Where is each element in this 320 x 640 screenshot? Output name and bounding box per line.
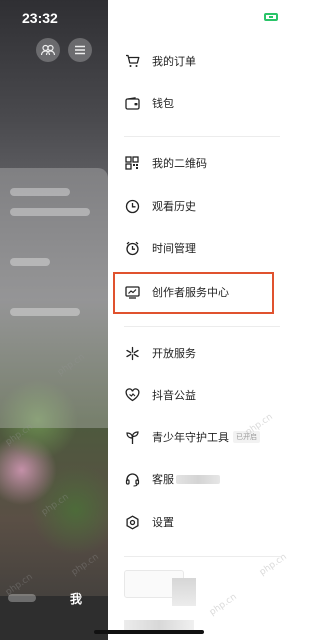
wallet-icon <box>124 95 140 111</box>
menu-item-label: 钱包 <box>152 97 174 110</box>
clock-icon <box>124 198 140 214</box>
headset-icon <box>124 471 140 487</box>
menu-item-label: 设置 <box>152 516 174 529</box>
heart-icon <box>124 387 140 403</box>
asterisk-icon <box>124 345 140 361</box>
menu-item-label: 抖音公益 <box>152 389 196 402</box>
menu-item-qrcode[interactable]: 我的二维码 <box>108 146 296 180</box>
battery-icon <box>264 13 278 21</box>
menu-item-label: 开放服务 <box>152 347 196 360</box>
menu-item-history[interactable]: 观看历史 <box>108 189 296 223</box>
menu-item-label: 观看历史 <box>152 200 196 213</box>
menu-item-charity[interactable]: 抖音公益 <box>108 378 296 412</box>
menu-item-label: 时间管理 <box>152 242 196 255</box>
menu-item-open-services[interactable]: 开放服务 <box>108 336 296 370</box>
divider <box>124 136 280 137</box>
bottom-tab-bar <box>0 596 108 640</box>
menu-hamburger-icon[interactable] <box>68 38 92 62</box>
creator-center-highlight-box <box>113 272 274 314</box>
menu-item-label: 青少年守护工具 <box>152 431 229 444</box>
masked-text <box>176 474 220 484</box>
tab-me[interactable]: 我 <box>70 590 82 607</box>
sprout-icon <box>124 429 140 445</box>
menu-item-orders[interactable]: 我的订单 <box>108 44 296 78</box>
qrcode-icon <box>124 155 140 171</box>
hexagon-gear-icon <box>124 514 140 530</box>
menu-item-label: 我的订单 <box>152 55 196 68</box>
blurred-text <box>124 620 194 630</box>
menu-item-wallet[interactable]: 钱包 <box>108 86 296 120</box>
menu-item-settings[interactable]: 设置 <box>108 505 296 539</box>
cart-icon <box>124 53 140 69</box>
menu-item-label: 客服 <box>152 473 174 486</box>
home-indicator[interactable] <box>94 630 204 634</box>
menu-item-customer-service[interactable]: 客服 <box>108 462 296 496</box>
menu-item-time-management[interactable]: 时间管理 <box>108 231 296 265</box>
blurred-image <box>172 578 196 606</box>
side-drawer: 我的订单 钱包 我的二维码 观看历史 时间管理 创作者服务中心 开放服务 抖音公… <box>108 0 296 640</box>
blurred-profile-card <box>0 168 108 428</box>
watermark: php.cn <box>39 492 71 518</box>
background-profile-panel: 23:32 我 php.cn php.cn php.cn php.cn php.… <box>0 0 108 640</box>
watermark: php.cn <box>69 552 101 578</box>
divider <box>124 326 280 327</box>
alarm-icon <box>124 240 140 256</box>
watermark: php.cn <box>207 592 239 618</box>
friends-icon[interactable] <box>36 38 60 62</box>
divider <box>124 556 280 557</box>
status-time: 23:32 <box>22 10 58 26</box>
menu-item-label: 我的二维码 <box>152 157 207 170</box>
